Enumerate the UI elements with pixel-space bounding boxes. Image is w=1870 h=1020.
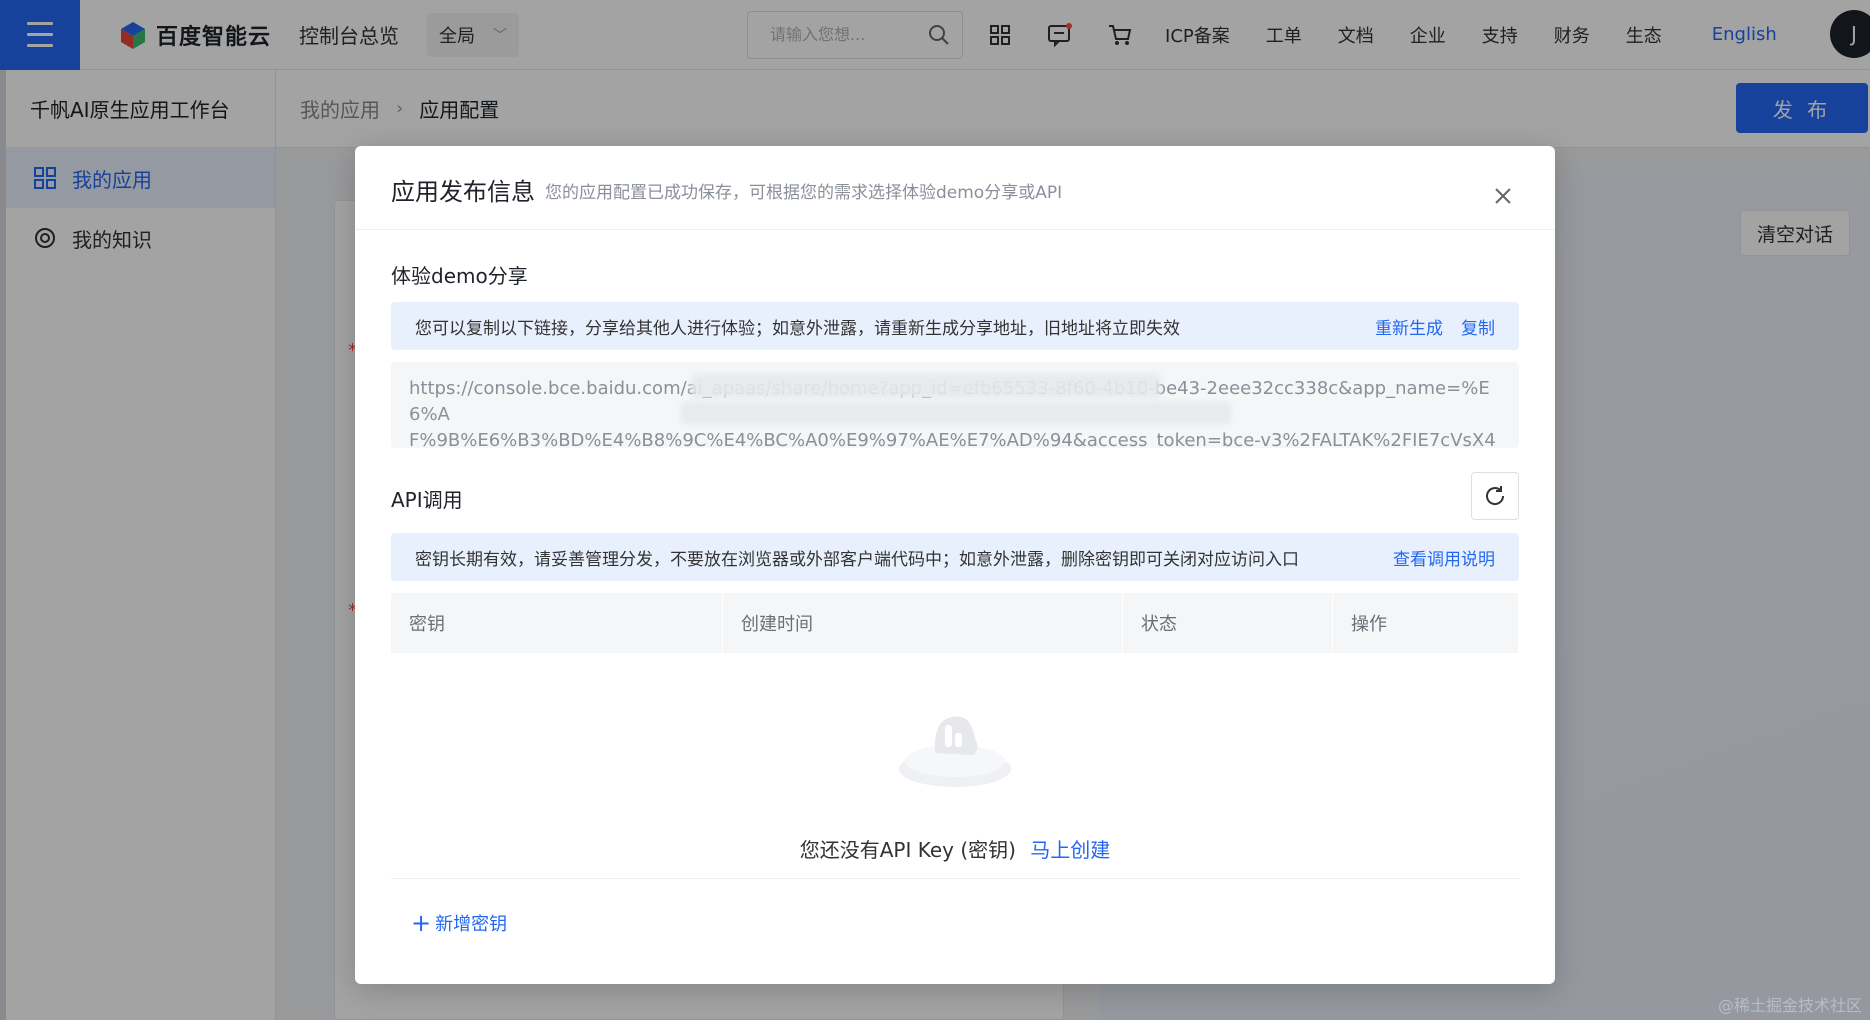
demo-share-actions: 重新生成 复制 (1375, 314, 1495, 339)
empty-state-icon (899, 716, 1011, 787)
demo-share-info: 您可以复制以下链接，分享给其他人进行体验；如意外泄露，请重新生成分享地址，旧地址… (391, 302, 1519, 350)
api-section-title: API调用 (391, 488, 463, 512)
demo-share-title: 体验demo分享 (391, 264, 528, 288)
column-header-key: 密钥 (391, 593, 723, 653)
redaction-blur (681, 402, 1231, 424)
share-url-field[interactable]: https://console.bce.baidu.com/ai_apaas/s… (391, 362, 1519, 448)
dialog-title: 应用发布信息 (391, 178, 535, 206)
api-info: 密钥长期有效，请妥善管理分发，不要放在浏览器或外部客户端代码中；如意外泄露，删除… (391, 533, 1519, 581)
plus-icon: + (411, 909, 432, 937)
column-header-status: 状态 (1123, 593, 1333, 653)
api-docs-link[interactable]: 查看调用说明 (1393, 545, 1495, 570)
divider (391, 878, 1519, 879)
dialog-subtitle: 您的应用配置已成功保存，可根据您的需求选择体验demo分享或API (545, 183, 1063, 203)
share-url-line: F%9B%E6%B3%BD%E4%B8%9C%E4%BC%A0%E9%97%AE… (409, 430, 1496, 448)
create-now-link[interactable]: 马上创建 (1030, 838, 1110, 862)
empty-state-text: 您还没有API Key (密钥) (799, 838, 1016, 862)
add-key-button[interactable]: + 新增密钥 (411, 910, 507, 936)
api-key-table-header: 密钥 创建时间 状态 操作 (391, 593, 1519, 653)
copy-link[interactable]: 复制 (1461, 314, 1495, 339)
add-key-label: 新增密钥 (435, 914, 508, 935)
refresh-button[interactable] (1471, 472, 1519, 520)
regenerate-link[interactable]: 重新生成 (1375, 314, 1443, 339)
api-info-text: 密钥长期有效，请妥善管理分发，不要放在浏览器或外部客户端代码中；如意外泄露，删除… (415, 549, 1299, 570)
publish-info-dialog: 应用发布信息 您的应用配置已成功保存，可根据您的需求选择体验demo分享或API… (355, 146, 1555, 984)
column-header-created: 创建时间 (723, 593, 1123, 653)
column-header-actions: 操作 (1333, 593, 1519, 653)
close-icon[interactable] (1493, 186, 1513, 206)
dialog-header: 应用发布信息 您的应用配置已成功保存，可根据您的需求选择体验demo分享或API (355, 146, 1555, 230)
redaction-blur (691, 374, 1161, 398)
watermark: @稀土掘金技术社区 (1717, 996, 1862, 1015)
demo-share-info-text: 您可以复制以下链接，分享给其他人进行体验；如意外泄露，请重新生成分享地址，旧地址… (415, 318, 1180, 339)
refresh-icon (1486, 486, 1505, 505)
empty-state: 您还没有API Key (密钥) 马上创建 (355, 834, 1555, 863)
